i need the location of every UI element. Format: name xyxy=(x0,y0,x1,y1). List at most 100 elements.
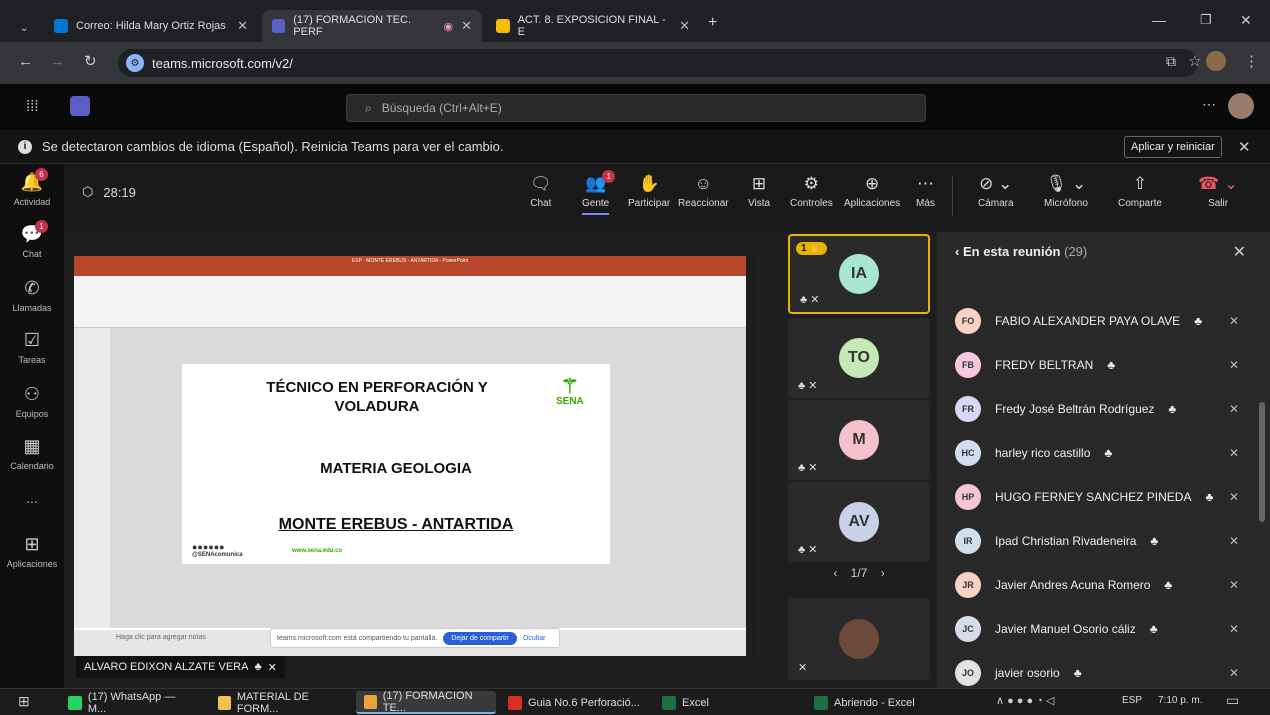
taskbar-label: (17) FORMACION TE... xyxy=(382,689,473,714)
star-icon[interactable]: ☆ xyxy=(1188,52,1201,70)
smile-icon: ☺ xyxy=(694,174,712,193)
mic-off-icon: ✕ xyxy=(1228,402,1239,416)
taskbar-label: (17) WhatsApp — M... xyxy=(87,690,176,715)
participant-name: HUGO FERNEY SANCHEZ PINEDA xyxy=(995,490,1192,504)
controls-button[interactable]: ⚙ Controles xyxy=(790,174,833,209)
search-input[interactable]: ⌕ Búsqueda (Ctrl+Alt+E) xyxy=(346,94,926,122)
stop-sharing-button[interactable]: Dejar de compartir xyxy=(443,631,517,645)
rail-item-tasks[interactable]: ☑ Tareas xyxy=(0,330,64,365)
forward-icon[interactable]: → xyxy=(50,53,65,70)
close-icon[interactable]: ✕ xyxy=(1233,242,1246,262)
tab-drive[interactable]: ACT. 8. EXPOSICION FINAL - E ✕ xyxy=(486,10,700,42)
avatar: HP xyxy=(955,484,981,510)
language-indicator[interactable]: ESP xyxy=(1122,695,1142,706)
mic-off-icon: ✕ xyxy=(1228,358,1239,372)
participant-tile[interactable]: TO ♣ ✕ xyxy=(788,318,930,398)
notifications-icon[interactable]: ▭ xyxy=(1226,692,1239,709)
chevron-right-icon[interactable]: › xyxy=(881,566,885,580)
participant-row[interactable]: FR Fredy José Beltrán Rodríguez ♣ ✕ xyxy=(955,394,1255,424)
more-options-icon[interactable]: ⋯ xyxy=(1202,96,1216,113)
url-bar[interactable]: ⚙ teams.microsoft.com/v2/ xyxy=(118,49,1198,77)
logo-text: SENA xyxy=(556,396,584,407)
participant-row[interactable]: HP HUGO FERNEY SANCHEZ PINEDA ♣ ✕ xyxy=(955,482,1255,512)
participant-row[interactable]: JC Javier Manuel Osorio cáliz ♣ ✕ xyxy=(955,614,1255,644)
hand-icon: ♣ xyxy=(1205,490,1214,504)
slide-title-line2: VOLADURA xyxy=(334,398,420,415)
share-notice-text: teams.microsoft.com está compartiendo tu… xyxy=(277,634,438,642)
menu-icon[interactable]: ⋮ xyxy=(1244,52,1259,70)
app-launcher-icon[interactable]: ⁞⁞⁞ xyxy=(26,98,39,115)
taskbar-item[interactable]: (17) FORMACION TE... xyxy=(356,689,496,714)
participant-row[interactable]: HC harley rico castillo ♣ ✕ xyxy=(955,438,1255,468)
participant-row[interactable]: FO FABIO ALEXANDER PAYA OLAVE ♣ ✕ xyxy=(955,306,1255,336)
new-tab-button[interactable]: + xyxy=(708,14,717,32)
chevron-left-icon[interactable]: ‹ xyxy=(955,244,959,259)
close-icon[interactable]: ✕ xyxy=(1238,138,1251,156)
tile-pager[interactable]: ‹ 1/7 › xyxy=(788,566,930,580)
close-icon[interactable]: ✕ xyxy=(237,18,248,34)
rail-item-chat[interactable]: 💬 1 Chat xyxy=(0,220,64,259)
rail-item-teams[interactable]: ⚇ Equipos xyxy=(0,384,64,419)
add-apps-icon: ⊞ xyxy=(24,534,40,554)
react-button[interactable]: ☺ Reaccionar xyxy=(678,174,729,209)
restore-button[interactable]: ❐ xyxy=(1200,12,1212,28)
window-close-button[interactable]: ✕ xyxy=(1240,12,1252,29)
hide-link[interactable]: Ocultar xyxy=(523,635,546,642)
tab-search-button[interactable]: ⌄ xyxy=(10,12,40,44)
participant-tile[interactable]: 1 ✋ IA ♣ ✕ xyxy=(788,234,930,314)
rail-item-apps[interactable]: ⊞ Aplicaciones xyxy=(0,534,64,569)
share-button[interactable]: ⇧ Comparte xyxy=(1118,174,1162,209)
rail-item-calls[interactable]: ✆ Llamadas xyxy=(0,278,64,313)
participant-tile[interactable]: M ♣ ✕ xyxy=(788,400,930,480)
participant-row[interactable]: FB FREDY BELTRAN ♣ ✕ xyxy=(955,350,1255,380)
profile-avatar[interactable] xyxy=(1206,51,1226,71)
scrollbar[interactable] xyxy=(1259,402,1265,522)
label: Aplicaciones xyxy=(844,198,901,209)
rail-item-calendar[interactable]: ▦ Calendario xyxy=(0,436,64,471)
cast-icon[interactable]: ⧉ xyxy=(1166,53,1176,70)
participant-row[interactable]: IR Ipad Christian Rivadeneira ♣ ✕ xyxy=(955,526,1255,556)
browser-tab-bar: ⌄ Correo: Hilda Mary Ortiz Rojas ✕ (17) … xyxy=(0,0,1270,42)
people-button[interactable]: 👥 1 Gente xyxy=(582,170,616,215)
hand-icon: ♣ xyxy=(1150,534,1159,548)
site-info-icon[interactable]: ⚙ xyxy=(126,54,144,72)
user-avatar[interactable] xyxy=(1228,93,1254,119)
participant-row[interactable]: JR Javier Andres Acuna Romero ♣ ✕ xyxy=(955,570,1255,600)
participant-row[interactable]: JO javier osorio ♣ ✕ xyxy=(955,658,1255,688)
rail-item-more[interactable]: ... xyxy=(0,490,64,506)
apply-restart-button[interactable]: Aplicar y reiniciar xyxy=(1124,136,1222,158)
hand-icon: ♣ xyxy=(1107,358,1116,372)
taskbar-item[interactable]: Guia No.6 Perforació... xyxy=(500,691,650,714)
reload-icon[interactable]: ↻ xyxy=(84,52,97,70)
leave-button[interactable]: ☎ ⌄ Salir xyxy=(1198,174,1238,209)
mic-button[interactable]: 🎙 ⌄ Micrófono xyxy=(1044,174,1088,209)
clock[interactable]: 7:10 p. m. xyxy=(1158,695,1202,706)
hand-icon: ♣ xyxy=(1149,622,1158,636)
taskbar-item[interactable]: Abriendo - Excel xyxy=(806,691,936,714)
view-button[interactable]: ⊞ Vista xyxy=(748,174,770,209)
close-icon[interactable]: ✕ xyxy=(679,18,690,34)
back-icon[interactable]: ← xyxy=(18,53,33,70)
tray-icons[interactable]: ∧ ● ● ● ◔ ◁ xyxy=(996,694,1054,707)
chevron-left-icon[interactable]: ‹ xyxy=(833,566,837,580)
start-icon[interactable]: ⊞ xyxy=(18,693,30,710)
taskbar-item[interactable]: (17) WhatsApp — M... xyxy=(60,690,204,715)
close-icon[interactable]: ✕ xyxy=(461,18,472,34)
people-icon: 👥 1 xyxy=(582,170,616,194)
camera-button[interactable]: ⊘ ⌄ Cámara xyxy=(978,174,1014,209)
taskbar-item[interactable]: Excel xyxy=(654,691,800,714)
minimize-button[interactable]: — xyxy=(1152,12,1166,28)
powerpoint-window: ESP - MONTE EREBUS - ANTARTIDA - PowerPo… xyxy=(74,256,746,656)
more-button[interactable]: ⋯ Más xyxy=(916,174,935,209)
rail-item-activity[interactable]: 🔔 6 Actividad xyxy=(0,168,64,207)
taskbar-item[interactable]: MATERIAL DE FORM... xyxy=(210,691,352,715)
tab-mail[interactable]: Correo: Hilda Mary Ortiz Rojas ✕ xyxy=(44,10,258,42)
slide-subtitle: MATERIA GEOLOGIA xyxy=(320,460,472,477)
tab-teams[interactable]: (17) FORMACION TEC. PERF ◉ ✕ xyxy=(262,10,482,42)
avatar: M xyxy=(839,420,879,460)
chat-button[interactable]: 🗨 Chat xyxy=(530,174,552,209)
raise-hand-button[interactable]: ✋ Participar xyxy=(628,174,670,209)
participant-tile[interactable]: AV ♣ ✕ xyxy=(788,482,930,562)
self-view-tile[interactable]: ✕ xyxy=(788,598,930,680)
apps-button[interactable]: ⊕ Aplicaciones xyxy=(844,174,900,209)
